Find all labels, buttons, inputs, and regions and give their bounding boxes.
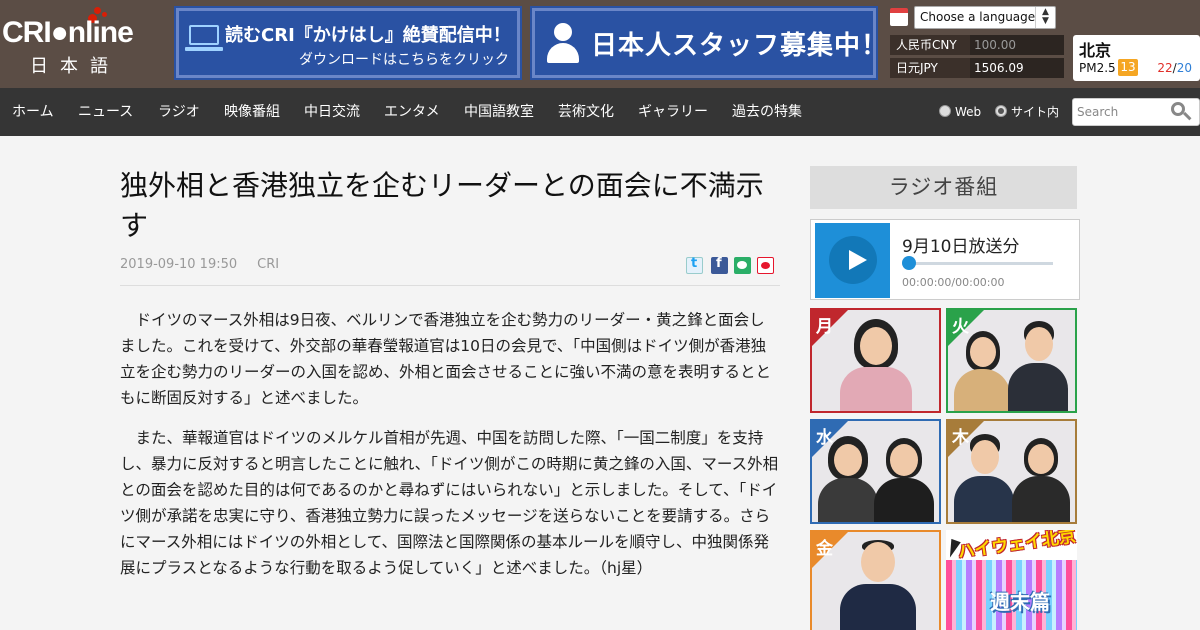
staff-recruit-title: 日本人スタッフ募集中！ (591, 31, 889, 61)
temp-low: 20 (1176, 61, 1192, 75)
play-icon (829, 236, 877, 284)
main-nav: ホーム ニュース ラジオ 映像番組 中日交流 エンタメ 中国語教室 芸術文化 ギ… (0, 88, 1200, 136)
exchange-row-cny: 人民币CNY 100.00 (890, 35, 1064, 55)
nav-news[interactable]: ニュース (78, 88, 133, 136)
weather-city: 北京 (1079, 41, 1112, 60)
laptop-icon (185, 25, 223, 51)
day-tag-friday: 金 (816, 539, 833, 559)
highway-title: ハイウェイ北京 (956, 530, 1077, 563)
playback-time: 00:00:00/00:00:00 (902, 276, 1005, 289)
facebook-share-icon[interactable] (711, 256, 728, 274)
broadcast-date: 9月10日放送分 (902, 237, 1020, 257)
temp-high: 22 (1157, 61, 1173, 75)
article-headline: 独外相と香港独立を企むリーダーとの面会に不満示す (120, 169, 764, 242)
program-monday[interactable]: 月 (810, 308, 941, 413)
progress-knob[interactable] (902, 256, 916, 270)
kakehashi-banner[interactable]: 読むCRI『かけはし』絶賛配信中！ ダウンロードはこちらをクリック (174, 6, 522, 80)
day-tag-monday: 月 (816, 317, 833, 337)
program-highway-beijing[interactable]: ハイウェイ北京 週末篇 (946, 530, 1077, 630)
program-tuesday[interactable]: 火 (946, 308, 1077, 413)
weather-widget[interactable]: 北京 PM2.5 13 22/20 (1073, 35, 1200, 81)
article-meta: 2019-09-10 19:50 CRI (120, 257, 279, 272)
temperature: 22/20 (1157, 61, 1192, 75)
exchange-input[interactable]: 100.00 (970, 35, 1064, 55)
article-source: CRI (257, 257, 280, 272)
exchange-value[interactable]: 1506.09 (970, 58, 1064, 78)
divider (120, 285, 780, 286)
radio-site[interactable] (995, 105, 1007, 117)
kakehashi-banner-subtitle: ダウンロードはこちらをクリック (299, 52, 509, 68)
radio-web-label: Web (955, 105, 982, 119)
twitter-share-icon[interactable] (686, 256, 703, 274)
wechat-share-icon[interactable] (734, 257, 751, 274)
logo-subtitle: 日本語 (30, 56, 120, 77)
program-friday[interactable]: 金 (810, 530, 941, 630)
person-icon (545, 21, 581, 65)
logo-text: CRI●nline (2, 16, 134, 49)
staff-recruit-banner[interactable]: 日本人スタッフ募集中！ (530, 6, 887, 80)
exchange-label: 人民币CNY (896, 38, 957, 52)
nav-gallery[interactable]: ギャラリー (638, 88, 708, 136)
exchange-row-jpy: 日元JPY 1506.09 (890, 58, 1064, 78)
nav-radio[interactable]: ラジオ (158, 88, 200, 136)
search-icon[interactable] (1171, 102, 1192, 122)
nav-home[interactable]: ホーム (12, 88, 54, 136)
highway-subtitle: 週末篇 (990, 590, 1050, 614)
nav-entertainment[interactable]: エンタメ (384, 88, 440, 136)
nav-chinese-class[interactable]: 中国語教室 (464, 88, 534, 136)
calendar-icon[interactable] (890, 8, 908, 26)
aqi-badge: 13 (1118, 59, 1138, 76)
radio-programs-title[interactable]: ラジオ番組 (810, 166, 1077, 209)
select-arrows-icon: ▲ ▼ (1035, 7, 1055, 28)
radio-web[interactable] (939, 105, 951, 117)
top-header: CRI●nline 日本語 読むCRI『かけはし』絶賛配信中！ ダウンロードはこ… (0, 0, 1200, 88)
nav-video[interactable]: 映像番組 (224, 88, 280, 136)
play-button[interactable] (815, 223, 890, 298)
search-box (1072, 98, 1200, 126)
article-date: 2019-09-10 19:50 (120, 257, 238, 272)
radio-site-label: サイト内 (1011, 105, 1060, 119)
program-thursday[interactable]: 木 (946, 419, 1077, 524)
host-photo (840, 319, 912, 411)
host-photo (1008, 321, 1068, 411)
article-paragraph: ドイツのマース外相は9日夜、ベルリンで香港独立を企む勢力のリーダー・黄之鋒と面会… (120, 311, 772, 407)
program-wednesday[interactable]: 水 (810, 419, 941, 524)
host-photo (840, 540, 916, 630)
day-tag-thursday: 木 (952, 428, 969, 448)
exchange-label: 日元JPY (896, 61, 938, 75)
search-input[interactable] (1077, 103, 1169, 121)
language-select[interactable]: Choose a language ▲ ▼ (914, 6, 1056, 29)
language-select-value: Choose a language (920, 10, 1036, 24)
host-photo (1012, 438, 1070, 522)
nav-features[interactable]: 過去の特集 (732, 88, 802, 136)
day-tag-wednesday: 水 (816, 428, 833, 448)
pm25-label: PM2.5 (1079, 61, 1116, 75)
day-tag-tuesday: 火 (952, 317, 969, 337)
progress-track[interactable] (908, 262, 1053, 265)
kakehashi-banner-title: 読むCRI『かけはし』絶賛配信中！ (225, 25, 511, 46)
nav-exchange[interactable]: 中日交流 (304, 88, 360, 136)
nav-arts[interactable]: 芸術文化 (558, 88, 614, 136)
audio-player: 9月10日放送分 00:00:00/00:00:00 (810, 219, 1080, 300)
host-photo (874, 438, 934, 522)
article-paragraph: また、華報道官はドイツのメルケル首相が先週、中国を訪問した際、「一国二制度」を支… (120, 429, 779, 577)
cri-online-logo[interactable]: CRI●nline 日本語 (0, 6, 160, 82)
weibo-share-icon[interactable] (757, 257, 774, 274)
